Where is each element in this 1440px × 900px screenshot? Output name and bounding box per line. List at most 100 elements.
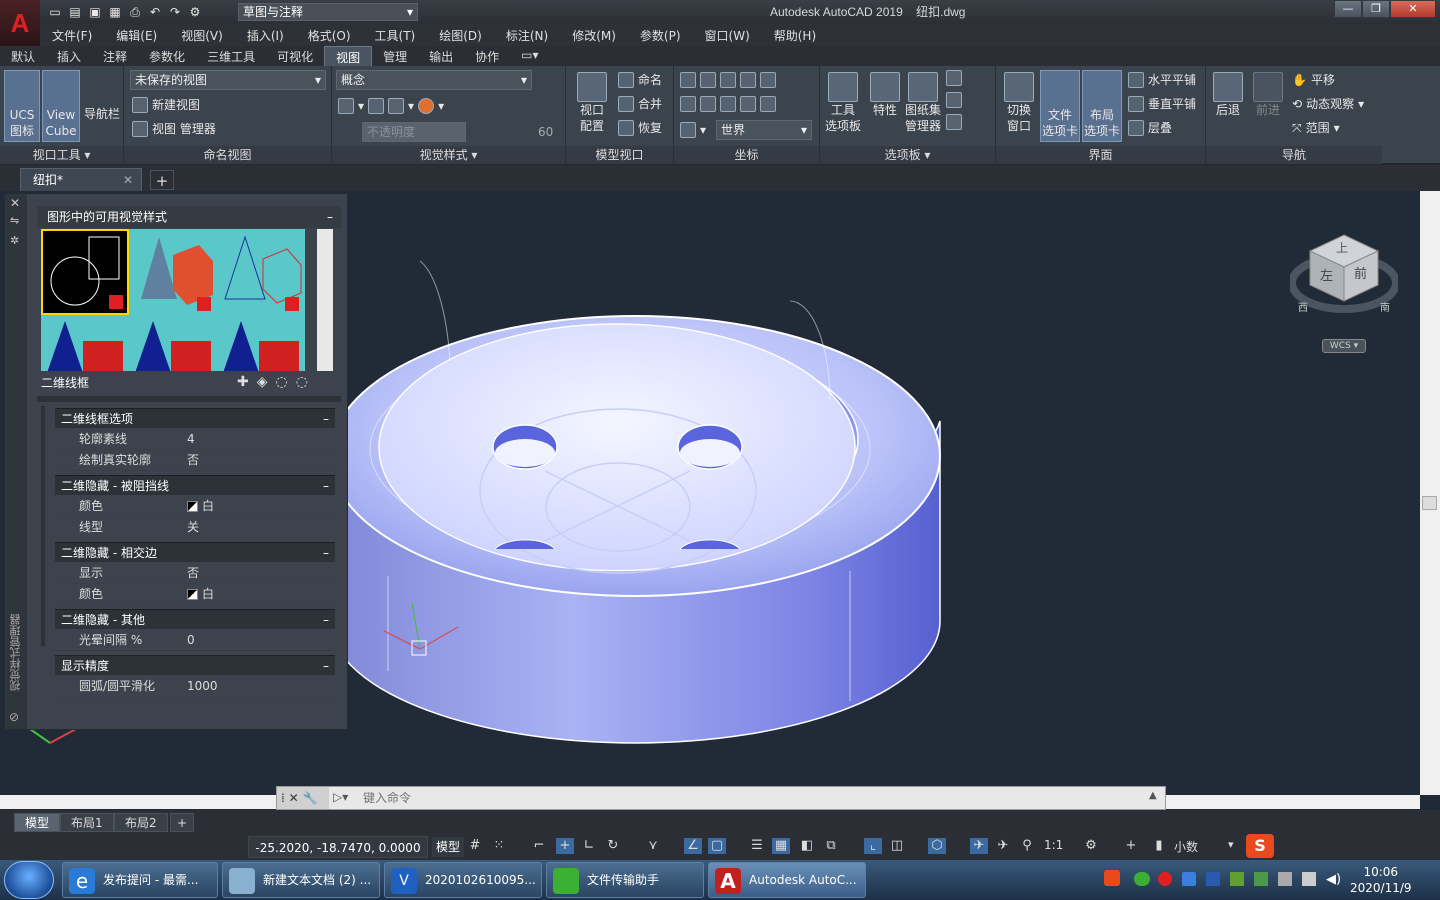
grid-icon[interactable]: # bbox=[466, 838, 484, 854]
section-2d-wireframe-options[interactable]: 二维线框选项 – bbox=[55, 408, 335, 428]
property-value[interactable]: 关 bbox=[187, 517, 199, 538]
style-thumb-realistic[interactable] bbox=[41, 317, 129, 371]
create-style-icon[interactable]: ✚ bbox=[237, 374, 257, 390]
network-icon[interactable] bbox=[1206, 872, 1220, 886]
ortho-icon[interactable]: ∟ bbox=[580, 838, 598, 854]
app-logo[interactable]: A bbox=[0, 0, 40, 46]
ucs-icon[interactable] bbox=[680, 72, 696, 88]
open-file-icon[interactable]: ▤ bbox=[66, 4, 84, 20]
forward-button[interactable]: 前进 bbox=[1248, 72, 1288, 118]
menu-insert[interactable]: 插入(I) bbox=[235, 27, 296, 44]
wrench-icon[interactable]: 🔧 bbox=[303, 791, 318, 805]
command-prompt-icon[interactable]: ▷▾ bbox=[333, 790, 348, 804]
tile-vertical-button[interactable]: 垂直平铺 bbox=[1128, 94, 1196, 114]
visual-style-dropdown[interactable]: 概念 ▾ bbox=[336, 70, 532, 90]
restore-button[interactable]: ❐ bbox=[1362, 0, 1390, 18]
ucs-dropdown[interactable]: 世界 ▾ bbox=[716, 120, 812, 140]
tab-insert[interactable]: 插入 bbox=[46, 46, 92, 66]
viewport-config-button[interactable]: 视口 配置 bbox=[570, 72, 614, 134]
menu-window[interactable]: 窗口(W) bbox=[693, 27, 762, 44]
model-space-toggle[interactable]: 模型 bbox=[432, 837, 465, 857]
tab-layout1[interactable]: 布局1 bbox=[60, 813, 114, 832]
dynamic-input-icon[interactable]: + bbox=[556, 838, 574, 854]
selection-cycling-icon[interactable]: ◧ bbox=[798, 838, 816, 854]
ucs-x-icon[interactable] bbox=[760, 96, 776, 112]
add-layout-button[interactable]: + bbox=[170, 813, 195, 832]
menu-parametric[interactable]: 参数(P) bbox=[628, 27, 693, 44]
markup-icon[interactable] bbox=[946, 92, 962, 108]
properties-icon[interactable]: ✲ bbox=[10, 234, 19, 247]
system-clock[interactable]: 10:06 2020/11/9 bbox=[1350, 864, 1412, 896]
panel-title-viewport-tools[interactable]: 视口工具 ▾ bbox=[0, 146, 123, 164]
start-button[interactable] bbox=[4, 861, 54, 899]
weibo-tray-icon[interactable] bbox=[1158, 872, 1172, 886]
vertical-scrollbar[interactable] bbox=[1420, 191, 1440, 795]
taskbar-item-autocad[interactable]: A Autodesk AutoC... bbox=[708, 862, 866, 898]
chevron-down-icon[interactable]: ▾ bbox=[1228, 838, 1234, 851]
close-button[interactable]: ✕ bbox=[1390, 0, 1436, 18]
units-value[interactable]: 小数 bbox=[1174, 838, 1198, 855]
units-icon[interactable]: ▮ bbox=[1150, 838, 1168, 854]
ucs-zaxis-icon[interactable] bbox=[720, 96, 736, 112]
annotation-scale-icon[interactable]: ⚲ bbox=[1018, 838, 1036, 854]
section-2d-hidden-intersection[interactable]: 二维隐藏 - 相交边 – bbox=[55, 542, 335, 562]
redo-icon[interactable]: ↷ bbox=[166, 4, 184, 20]
tab-view[interactable]: 视图 bbox=[324, 46, 373, 66]
menu-draw[interactable]: 绘图(D) bbox=[427, 27, 494, 44]
back-button[interactable]: 后退 bbox=[1208, 72, 1248, 118]
workspace-dropdown[interactable]: 草图与注释 ▾ bbox=[238, 3, 418, 21]
app-tray-icon[interactable] bbox=[1254, 872, 1268, 886]
ucs-3point-icon[interactable] bbox=[740, 96, 756, 112]
ucs-icon-button[interactable]: UCS 图标 bbox=[4, 70, 40, 142]
tab-parametric[interactable]: 参数化 bbox=[138, 46, 196, 66]
viewcube-west[interactable]: 西 bbox=[1298, 299, 1308, 314]
extents-button[interactable]: ⤧ 范围 ▾ bbox=[1292, 118, 1340, 138]
menu-modify[interactable]: 修改(M) bbox=[560, 27, 628, 44]
shield-icon[interactable] bbox=[1182, 872, 1196, 886]
section-2d-hidden-obscured[interactable]: 二维隐藏 - 被阻挡线 – bbox=[55, 475, 335, 495]
ucs-object-icon[interactable] bbox=[760, 72, 776, 88]
close-icon[interactable]: ✕ bbox=[289, 791, 299, 805]
tab-annotate[interactable]: 注释 bbox=[92, 46, 138, 66]
polar-icon[interactable]: ↻ bbox=[604, 838, 622, 854]
name-viewport-button[interactable]: 命名 bbox=[618, 70, 662, 90]
new-view-button[interactable]: 新建视图 bbox=[132, 95, 200, 115]
wcs-menu[interactable]: WCS ▾ bbox=[1322, 339, 1366, 353]
menu-tools[interactable]: 工具(T) bbox=[363, 27, 428, 44]
style-thumb-2d-wireframe[interactable] bbox=[41, 229, 129, 315]
infer-constraints-icon[interactable]: ⌐ bbox=[530, 838, 548, 854]
style-thumb-shaded-edges[interactable] bbox=[217, 317, 305, 371]
style-thumb-conceptual[interactable] bbox=[129, 229, 217, 315]
panel-title-palettes[interactable]: 选项板 ▾ bbox=[820, 146, 995, 164]
property-value[interactable]: 0 bbox=[187, 630, 195, 651]
viewcube-front-face[interactable]: 前 bbox=[1354, 263, 1367, 282]
tool-palette-button[interactable]: 工具 选项板 bbox=[822, 72, 864, 134]
ribbon-options-icon[interactable]: ▭▾ bbox=[510, 46, 549, 66]
merge-viewport-button[interactable]: 合并 bbox=[618, 94, 662, 114]
auto-hide-icon[interactable]: ⇋ bbox=[10, 214, 19, 227]
restore-viewport-button[interactable]: 恢复 bbox=[618, 118, 662, 138]
property-value[interactable]: 否 bbox=[187, 563, 199, 584]
grip-icon[interactable]: ⁞ bbox=[281, 791, 285, 805]
vertical-scroll-thumb[interactable] bbox=[1422, 496, 1437, 510]
ucs-named-icon[interactable]: ▾ bbox=[680, 120, 706, 140]
sogou-ime-icon[interactable]: S bbox=[1246, 834, 1274, 858]
taskbar-item-video[interactable]: V 2020102610095... bbox=[384, 862, 542, 898]
cascade-button[interactable]: 层叠 bbox=[1128, 118, 1172, 138]
object-snap-icon[interactable]: ▢ bbox=[708, 838, 726, 854]
apply-style-icon[interactable]: ◈ bbox=[257, 374, 276, 390]
annotation-scale-value[interactable]: 1:1 bbox=[1044, 838, 1063, 852]
tab-layout2[interactable]: 布局2 bbox=[114, 813, 168, 832]
ucs-face-icon[interactable] bbox=[740, 72, 756, 88]
style-thumb-hidden[interactable] bbox=[217, 229, 305, 315]
export-style-icon[interactable]: ◌ bbox=[276, 374, 296, 390]
menu-format[interactable]: 格式(O) bbox=[296, 27, 363, 44]
gallery-scrollbar[interactable] bbox=[317, 229, 333, 371]
lineweight-icon[interactable]: ☰ bbox=[748, 838, 766, 854]
document-tab[interactable]: 纽扣* ✕ bbox=[20, 168, 142, 191]
usb-icon[interactable] bbox=[1278, 872, 1292, 886]
sheetset-button[interactable]: 图纸集 管理器 bbox=[902, 72, 944, 134]
section-2d-hidden-misc[interactable]: 二维隐藏 - 其他 – bbox=[55, 609, 335, 629]
command-history-icon[interactable]: ▲ bbox=[1149, 790, 1157, 801]
property-value[interactable]: 4 bbox=[187, 429, 195, 450]
